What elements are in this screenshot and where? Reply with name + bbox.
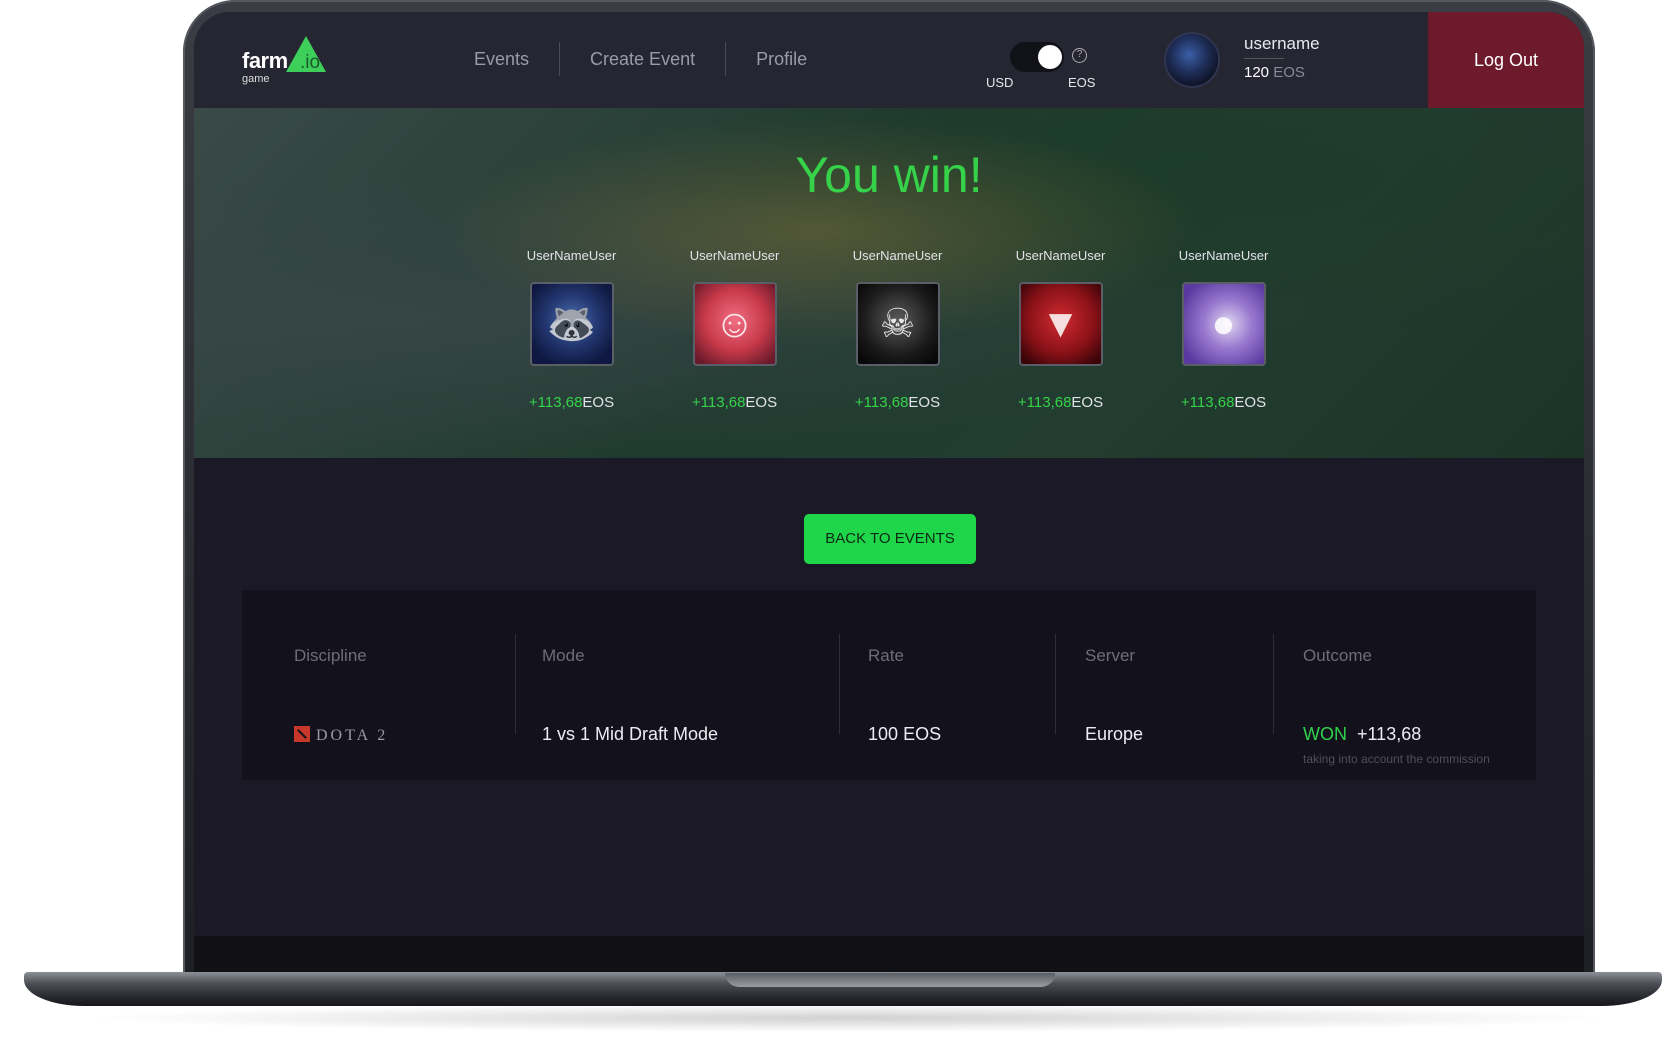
nav-profile[interactable]: Profile — [726, 42, 837, 76]
player-name: UserNameUser — [689, 248, 780, 263]
rate-value: 100 EOS — [868, 724, 942, 744]
player-amount: +113,68EOS — [854, 394, 941, 411]
logo-sub-text: game — [242, 73, 270, 85]
currency-switch: ? USD EOS — [986, 42, 1106, 92]
logo-main-text: farm — [242, 48, 288, 73]
player-amount: +113,68EOS — [1017, 394, 1104, 411]
skull-avatar[interactable]: ☠ — [855, 282, 940, 366]
logo-io-text: .io — [300, 52, 321, 73]
server-header: Server — [1085, 646, 1136, 665]
column-divider — [515, 634, 516, 734]
farm-io-logo[interactable]: .io farm game — [242, 36, 342, 86]
player-name: UserNameUser — [852, 248, 943, 263]
player-card: UserNameUser ☺ +113,68EOS — [653, 248, 816, 411]
won-badge: WON — [1303, 724, 1347, 744]
player-name: UserNameUser — [526, 248, 617, 263]
currency-usd-label: USD — [986, 75, 1014, 90]
balance-unit: EOS — [1273, 64, 1305, 81]
toggle-knob — [1038, 45, 1062, 69]
server-value: Europe — [1085, 724, 1144, 744]
top-header: .io farm game Events Create Event Profil… — [194, 12, 1584, 108]
win-banner: You win! UserNameUser 🦝 +113,68EOS UserN… — [194, 108, 1584, 458]
app-screen: .io farm game Events Create Event Profil… — [194, 12, 1584, 974]
balance-value: 120 — [1244, 64, 1270, 81]
currency-eos-label: EOS — [1068, 75, 1096, 90]
player-card: UserNameUser 🦝 +113,68EOS — [490, 248, 653, 411]
player-amount: +113,68EOS — [691, 394, 778, 411]
win-title: You win! — [795, 147, 983, 203]
column-divider — [1273, 634, 1274, 734]
player-list: UserNameUser 🦝 +113,68EOS UserNameUser ☺… — [490, 248, 1305, 411]
raccoon-avatar[interactable]: 🦝 — [529, 282, 614, 366]
event-details-table: Discipline DOTA 2 Mode 1 vs 1 Mid Draft … — [242, 590, 1536, 780]
mode-header: Mode — [542, 646, 585, 665]
user-name: username — [1244, 34, 1320, 53]
outcome-note: taking into account the commission — [1303, 752, 1490, 766]
user-avatar[interactable] — [1164, 32, 1220, 88]
help-icon[interactable]: ? — [1072, 48, 1087, 63]
white-hair-avatar[interactable]: ● — [1181, 282, 1266, 366]
column-divider — [1055, 634, 1056, 734]
player-card: UserNameUser ▼ +113,68EOS — [979, 248, 1142, 411]
back-to-events-button[interactable]: BACK TO EVENTS — [804, 514, 976, 564]
main-nav: Events Create Event Profile — [444, 42, 837, 76]
player-amount: +113,68EOS — [1180, 394, 1267, 411]
player-name: UserNameUser — [1178, 248, 1269, 263]
outcome-value: WON +113,68 — [1303, 724, 1422, 744]
outcome-header: Outcome — [1303, 646, 1372, 665]
column-divider — [839, 634, 840, 734]
user-divider — [1244, 58, 1284, 59]
discipline-value: DOTA 2 — [294, 724, 388, 745]
screen-bottom-bar — [194, 936, 1584, 974]
discipline-header: Discipline — [294, 646, 367, 665]
rate-header: Rate — [868, 646, 904, 665]
player-card: UserNameUser ● +113,68EOS — [1142, 248, 1305, 411]
nav-events[interactable]: Events — [444, 42, 561, 76]
dota-icon — [294, 726, 310, 742]
player-amount: +113,68EOS — [528, 394, 615, 411]
eye-emblem-avatar[interactable]: ▼ — [1018, 282, 1103, 366]
nav-create-event[interactable]: Create Event — [560, 42, 727, 76]
laptop-hinge — [725, 973, 1055, 987]
user-balance: 120 EOS — [1244, 64, 1305, 81]
mode-value: 1 vs 1 Mid Draft Mode — [542, 724, 719, 744]
player-card: UserNameUser ☠ +113,68EOS — [816, 248, 979, 411]
laptop-shadow — [80, 1004, 1620, 1032]
player-name: UserNameUser — [1015, 248, 1106, 263]
logout-button[interactable]: Log Out — [1428, 12, 1584, 108]
currency-toggle[interactable] — [1010, 42, 1064, 72]
anime-girl-avatar[interactable]: ☺ — [692, 282, 777, 366]
